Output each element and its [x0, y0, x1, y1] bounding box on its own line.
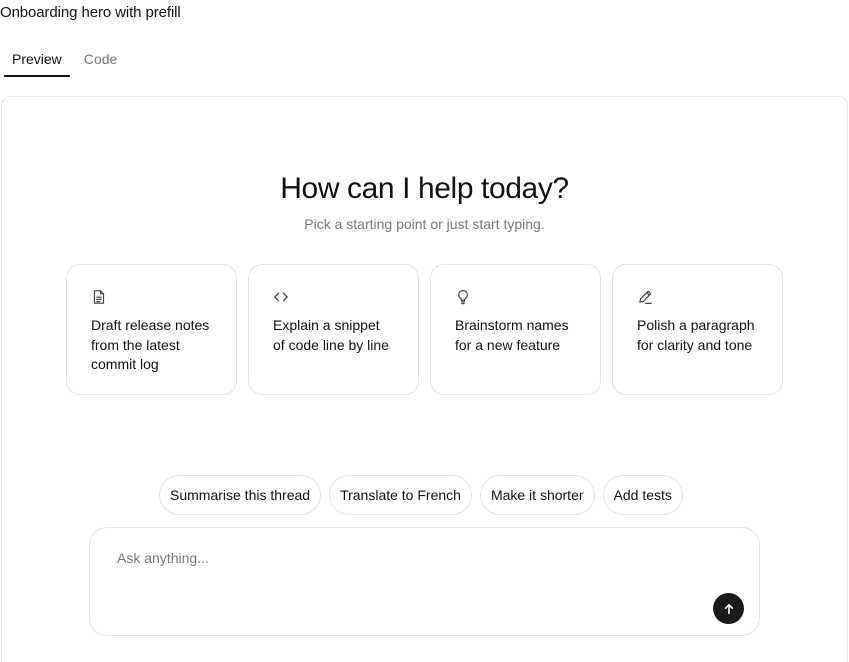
- arrow-up-icon: [724, 603, 733, 614]
- view-tabs: Preview Code: [4, 44, 125, 77]
- suggestion-cards: Draft release notes from the latest comm…: [66, 264, 783, 395]
- card-line: of code line by line: [273, 336, 389, 353]
- card-line: Polish a paragraph: [637, 317, 755, 333]
- message-input[interactable]: [117, 550, 677, 566]
- card-line: from the latest: [91, 336, 180, 353]
- card-line: for a new feature: [455, 336, 561, 353]
- card-text: Brainstorm names for a new feature: [455, 316, 580, 355]
- composer: [89, 527, 760, 636]
- card-text: Polish a paragraph for clarity and tone: [637, 316, 762, 355]
- card-brainstorm-names[interactable]: Brainstorm names for a new feature: [430, 264, 601, 395]
- card-polish-paragraph[interactable]: Polish a paragraph for clarity and tone: [612, 264, 783, 395]
- chip-make-shorter[interactable]: Make it shorter: [479, 475, 595, 515]
- hero-subtitle: Pick a starting point or just start typi…: [304, 216, 545, 232]
- chip-summarise-thread[interactable]: Summarise this thread: [159, 475, 322, 515]
- card-draft-release-notes[interactable]: Draft release notes from the latest comm…: [66, 264, 237, 395]
- document-icon: [91, 289, 107, 305]
- tab-preview[interactable]: Preview: [4, 44, 70, 77]
- pencil-icon: [637, 289, 653, 305]
- chip-translate-french[interactable]: Translate to French: [329, 475, 472, 515]
- tab-code[interactable]: Code: [76, 44, 125, 76]
- send-button[interactable]: [713, 593, 744, 624]
- chip-add-tests[interactable]: Add tests: [602, 475, 683, 515]
- card-line: Draft release notes: [91, 317, 210, 333]
- card-line: Explain a snippet: [273, 317, 380, 333]
- code-icon: [273, 289, 289, 305]
- card-line: Brainstorm names: [455, 317, 569, 333]
- lightbulb-icon: [455, 289, 471, 305]
- card-line: for clarity and tone: [637, 336, 753, 353]
- hero-title: How can I help today?: [280, 172, 569, 205]
- card-explain-snippet[interactable]: Explain a snippet of code line by line: [248, 264, 419, 395]
- card-text: Explain a snippet of code line by line: [273, 316, 398, 355]
- card-line: commit log: [91, 356, 159, 372]
- card-text: Draft release notes from the latest comm…: [91, 316, 216, 375]
- page-title: Onboarding hero with prefill: [0, 4, 181, 21]
- prefill-chips: Summarise this thread Translate to Frenc…: [159, 475, 683, 515]
